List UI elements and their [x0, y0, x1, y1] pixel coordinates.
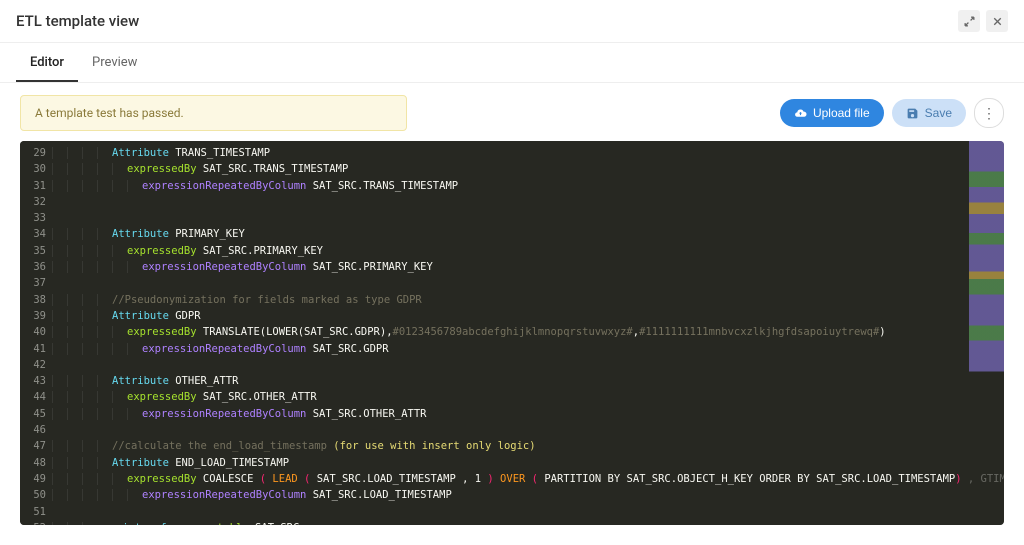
tabs: Editor Preview	[0, 43, 1024, 83]
code-editor[interactable]: 2930313233343536373839404142434445464748…	[20, 141, 1004, 525]
code-line[interactable]: Attribute OTHER_ATTR	[52, 373, 1004, 389]
modal-title: ETL template view	[16, 12, 958, 30]
line-number: 31	[24, 178, 46, 194]
code-line[interactable]	[52, 210, 1004, 226]
line-number: 48	[24, 455, 46, 471]
code-line[interactable]: expressedBy SAT_SRC.PRIMARY_KEY	[52, 243, 1004, 259]
tab-preview[interactable]: Preview	[78, 43, 151, 82]
line-number: 39	[24, 308, 46, 324]
line-number: 43	[24, 373, 46, 389]
code-line[interactable]: //Pseudonymization for fields marked as …	[52, 292, 1004, 308]
line-number: 45	[24, 406, 46, 422]
code-line[interactable]: expressedBy SAT_SRC.TRANS_TIMESTAMP	[52, 161, 1004, 177]
cloud-upload-icon	[794, 107, 807, 120]
save-label: Save	[925, 106, 952, 120]
modal: ETL template view Editor Preview A templ…	[0, 0, 1024, 545]
line-number: 30	[24, 161, 46, 177]
minimap[interactable]	[969, 141, 1004, 525]
code-line[interactable]: expressionRepeatedByColumn SAT_SRC.PRIMA…	[52, 259, 1004, 275]
line-number: 41	[24, 341, 46, 357]
code-line[interactable]	[52, 275, 1004, 291]
code-line[interactable]: Attribute END_LOAD_TIMESTAMP	[52, 455, 1004, 471]
line-number: 38	[24, 292, 46, 308]
code-line[interactable]: Attribute TRANS_TIMESTAMP	[52, 145, 1004, 161]
line-number: 51	[24, 504, 46, 520]
line-number: 34	[24, 226, 46, 242]
code-line[interactable]: expressedBy SAT_SRC.OTHER_ATTR	[52, 389, 1004, 405]
line-number: 52	[24, 520, 46, 525]
code-line[interactable]	[52, 194, 1004, 210]
line-number: 46	[24, 422, 46, 438]
save-icon	[906, 107, 919, 120]
line-number: 50	[24, 487, 46, 503]
code-line[interactable]: expressedBy TRANSLATE(LOWER(SAT_SRC.GDPR…	[52, 324, 1004, 340]
expand-icon[interactable]	[958, 10, 980, 32]
line-number: 40	[24, 324, 46, 340]
code-area[interactable]: Attribute TRANS_TIMESTAMPexpressedBy SAT…	[52, 141, 1004, 525]
save-button[interactable]: Save	[892, 99, 966, 127]
code-line[interactable]	[52, 504, 1004, 520]
code-line[interactable]: expressionRepeatedByColumn SAT_SRC.GDPR	[52, 341, 1004, 357]
line-number: 33	[24, 210, 46, 226]
line-number: 35	[24, 243, 46, 259]
code-line[interactable]	[52, 422, 1004, 438]
code-line[interactable]: consists of source table SAT_SRC	[52, 520, 1004, 525]
line-number: 29	[24, 145, 46, 161]
more-vertical-icon: ⋮	[982, 105, 996, 122]
header-actions	[958, 10, 1008, 32]
upload-file-button[interactable]: Upload file	[780, 99, 884, 127]
line-number: 37	[24, 275, 46, 291]
code-line[interactable]: Attribute PRIMARY_KEY	[52, 226, 1004, 242]
alert-success: A template test has passed.	[20, 95, 407, 131]
code-line[interactable]: Attribute GDPR	[52, 308, 1004, 324]
line-number: 42	[24, 357, 46, 373]
tab-editor[interactable]: Editor	[16, 43, 78, 82]
toolbar: A template test has passed. Upload file …	[0, 83, 1024, 141]
line-number: 32	[24, 194, 46, 210]
line-number: 44	[24, 389, 46, 405]
code-line[interactable]: //calculate the end_load_timestamp (for …	[52, 438, 1004, 454]
upload-label: Upload file	[813, 106, 870, 120]
close-icon[interactable]	[986, 10, 1008, 32]
line-gutter: 2930313233343536373839404142434445464748…	[20, 141, 52, 525]
line-number: 36	[24, 259, 46, 275]
code-line[interactable]: expressionRepeatedByColumn SAT_SRC.OTHER…	[52, 406, 1004, 422]
code-line[interactable]: expressionRepeatedByColumn SAT_SRC.TRANS…	[52, 178, 1004, 194]
code-line[interactable]: expressedBy COALESCE ( LEAD ( SAT_SRC.LO…	[52, 471, 1004, 487]
line-number: 47	[24, 438, 46, 454]
modal-header: ETL template view	[0, 0, 1024, 43]
line-number: 49	[24, 471, 46, 487]
code-editor-wrap: 2930313233343536373839404142434445464748…	[20, 141, 1004, 525]
code-line[interactable]: expressionRepeatedByColumn SAT_SRC.LOAD_…	[52, 487, 1004, 503]
more-menu-button[interactable]: ⋮	[974, 98, 1004, 128]
code-line[interactable]	[52, 357, 1004, 373]
